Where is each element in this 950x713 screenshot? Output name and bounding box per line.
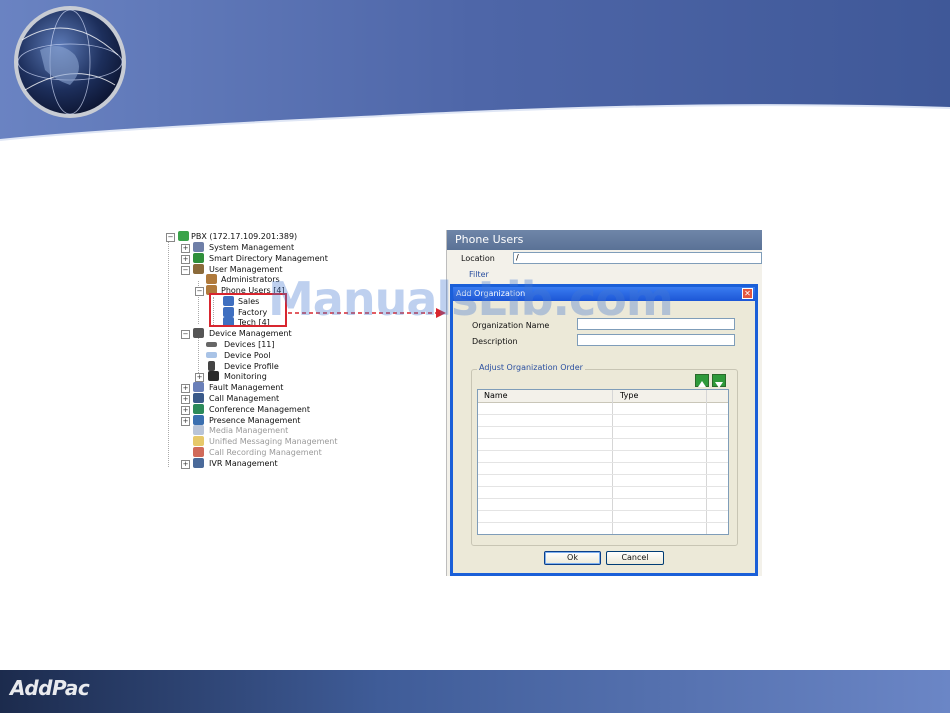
devices-icon	[206, 342, 217, 347]
description-field[interactable]	[577, 334, 735, 346]
window-title: Phone Users	[447, 230, 762, 250]
move-up-button[interactable]	[695, 374, 709, 387]
presence-icon	[193, 415, 204, 425]
tree-item-label: Devices [11]	[224, 340, 275, 349]
expand-icon[interactable]: +	[181, 395, 190, 404]
header-banner	[0, 0, 950, 141]
globe-logo	[14, 6, 126, 118]
collapse-icon[interactable]: −	[195, 287, 204, 296]
move-down-button[interactable]	[712, 374, 726, 388]
location-label: Location	[461, 254, 495, 263]
fault-icon	[193, 382, 204, 392]
tree-item-label: IVR Management	[209, 459, 278, 468]
profile-icon	[208, 361, 215, 371]
ivr-icon	[193, 458, 204, 468]
pool-icon	[206, 352, 217, 358]
tree-item-label: PBX (172.17.109.201:389)	[191, 232, 298, 241]
tree-item-label: Smart Directory Management	[209, 254, 328, 263]
row-line	[478, 522, 728, 523]
row-line	[478, 510, 728, 511]
admin-icon	[206, 274, 217, 284]
description-label: Description	[472, 337, 518, 346]
management-tree: − PBX (172.17.109.201:389) + System Mana…	[163, 229, 423, 474]
expand-icon[interactable]: +	[181, 406, 190, 415]
row-line	[478, 474, 728, 475]
organization-table[interactable]: Name Type	[477, 389, 729, 535]
expand-icon[interactable]: +	[181, 460, 190, 469]
expand-icon[interactable]: +	[181, 244, 190, 253]
tree-item-label: Call Management	[209, 394, 280, 403]
expand-icon[interactable]: +	[195, 373, 204, 382]
media-icon	[193, 425, 204, 435]
footer-bar	[0, 670, 950, 713]
tree-item-label: System Management	[209, 243, 295, 252]
conference-icon	[193, 404, 204, 414]
expand-icon[interactable]: +	[181, 417, 190, 426]
tree-item-label: Conference Management	[209, 405, 310, 414]
tree-item-label: Unified Messaging Management	[209, 437, 338, 446]
tree-item-label: Device Management	[209, 329, 292, 338]
tree-item-label: Call Recording Management	[209, 448, 322, 457]
call-icon	[193, 393, 204, 403]
column-header-type[interactable]: Type	[620, 391, 638, 400]
recording-icon	[193, 447, 204, 457]
addpac-logo: AddPac	[10, 676, 90, 700]
table-header: Name Type	[478, 390, 728, 403]
tree-item-label: Device Pool	[224, 351, 271, 360]
tree-item-label: Monitoring	[224, 372, 267, 381]
watermark: ManualsLib.com	[268, 272, 674, 326]
collapse-icon[interactable]: −	[166, 233, 175, 242]
tree-connector	[198, 337, 199, 377]
location-field[interactable]: /	[513, 252, 762, 264]
order-group-label: Adjust Organization Order	[477, 363, 585, 372]
add-organization-dialog: Add Organization ✕ Organization Name Des…	[450, 284, 758, 576]
ok-button[interactable]: Ok	[544, 551, 601, 565]
pbx-icon	[178, 231, 189, 241]
system-icon	[193, 242, 204, 252]
close-icon[interactable]: ✕	[742, 288, 753, 299]
users-icon	[193, 264, 204, 274]
device-icon	[193, 328, 204, 338]
cancel-button[interactable]: Cancel	[606, 551, 664, 565]
collapse-icon[interactable]: −	[181, 266, 190, 275]
expand-icon[interactable]: +	[181, 384, 190, 393]
row-line	[478, 498, 728, 499]
row-line	[478, 462, 728, 463]
directory-icon	[193, 253, 204, 263]
row-line	[478, 450, 728, 451]
tree-item-label: Fault Management	[209, 383, 284, 392]
messaging-icon	[193, 436, 204, 446]
column-header-name[interactable]: Name	[484, 391, 508, 400]
row-line	[478, 426, 728, 427]
row-line	[478, 414, 728, 415]
monitor-icon	[208, 371, 219, 381]
row-line	[478, 486, 728, 487]
tree-connector	[168, 237, 169, 467]
collapse-icon[interactable]: −	[181, 330, 190, 339]
row-line	[478, 438, 728, 439]
tree-item-label: Media Management	[209, 426, 289, 435]
expand-icon[interactable]: +	[181, 255, 190, 264]
